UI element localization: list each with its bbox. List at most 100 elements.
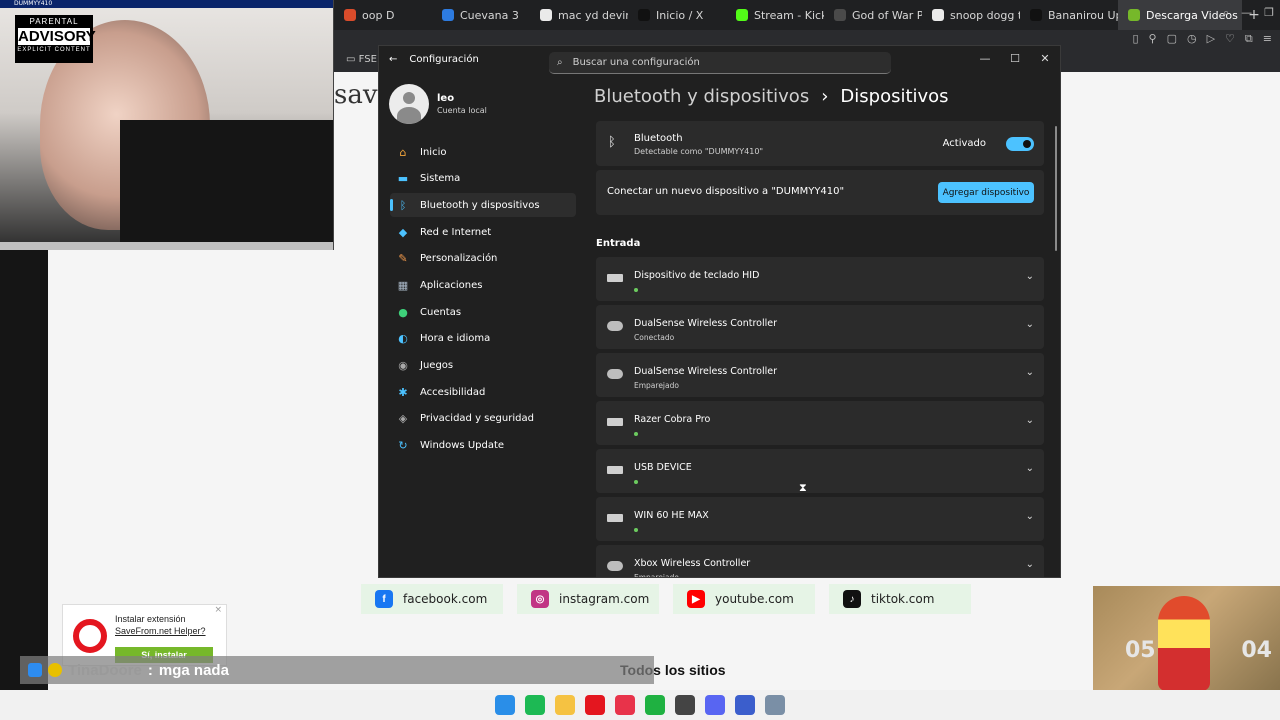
bluetooth-icon: ᛒ: [399, 198, 407, 212]
add-device-text: Conectar un nuevo dispositivo a "DUMMYY4…: [607, 186, 845, 197]
windows-start-icon[interactable]: [495, 695, 515, 715]
bluetooth-toggle[interactable]: [1006, 137, 1034, 151]
settings-search-box[interactable]: ⌕ Buscar una configuración: [549, 52, 891, 74]
device-row[interactable]: DualSense Wireless Controller Emparejado ⌄: [596, 353, 1044, 397]
bluetooth-icon: ᛒ: [608, 135, 616, 150]
sidebar-item[interactable]: ◈ Privacidad y seguridad: [390, 407, 576, 431]
device-row[interactable]: DualSense Wireless Controller Conectado ⌄: [596, 305, 1044, 349]
chatgpt-icon[interactable]: [675, 695, 695, 715]
play-icon[interactable]: ▷: [1207, 32, 1215, 46]
chevron-down-icon[interactable]: ⌄: [1026, 559, 1034, 570]
search-icon[interactable]: ⌕: [1223, 6, 1229, 20]
score-right: 04: [1241, 638, 1272, 663]
minimize-button[interactable]: —: [970, 46, 1000, 70]
sidebar-item[interactable]: ↻ Windows Update: [390, 434, 576, 458]
device-row[interactable]: USB DEVICE ⌄: [596, 449, 1044, 493]
social-link[interactable]: f facebook.com: [361, 584, 503, 614]
browser-window-tools: ⌕ — ❐: [1223, 6, 1274, 20]
maximize-button[interactable]: ☐: [1000, 46, 1030, 70]
sidebar-item[interactable]: ⌂ Inicio: [390, 140, 576, 164]
lightning-app-icon[interactable]: [615, 695, 635, 715]
device-row[interactable]: Dispositivo de teclado HID ⌄: [596, 257, 1044, 301]
menu-icon[interactable]: ≡: [1263, 32, 1272, 46]
browser-tab[interactable]: Cuevana 3: [432, 0, 530, 30]
close-icon[interactable]: ×: [214, 605, 222, 615]
restore-icon[interactable]: ❐: [1264, 6, 1274, 20]
sidebar-item[interactable]: ◉ Juegos: [390, 354, 576, 378]
device-row[interactable]: WIN 60 HE MAX ⌄: [596, 497, 1044, 541]
sidebar-item-label: Hora e idioma: [420, 333, 491, 345]
browser-tab[interactable]: snoop dogg trans: [922, 0, 1020, 30]
tab-label: Inicio / X: [656, 8, 704, 22]
app-title: Configuración: [409, 54, 479, 65]
spotify-icon[interactable]: [525, 695, 545, 715]
breadcrumb-parent[interactable]: Bluetooth y dispositivos: [594, 86, 809, 107]
game-character: [1158, 596, 1210, 691]
chevron-down-icon[interactable]: ⌄: [1026, 319, 1034, 330]
pin-icon[interactable]: ⚲: [1149, 32, 1157, 46]
heart-icon[interactable]: ♡: [1225, 32, 1235, 46]
person-icon: ●: [398, 305, 408, 319]
sidebar-item[interactable]: ✎ Personalización: [390, 247, 576, 271]
page-title: Bluetooth y dispositivos › Dispositivos: [594, 86, 949, 107]
tab-favicon-icon: [834, 9, 846, 21]
browser-tab[interactable]: oop D: [334, 0, 432, 30]
browser-tab[interactable]: Inicio / X: [628, 0, 726, 30]
back-arrow-icon[interactable]: ←: [389, 54, 397, 65]
sidebar-icon[interactable]: ▯: [1132, 32, 1138, 46]
device-row[interactable]: Xbox Wireless Controller Emparejado ⌄: [596, 545, 1044, 577]
browser-tab[interactable]: Stream - Kick Da: [726, 0, 824, 30]
sidebar-item[interactable]: ✱ Accesibilidad: [390, 380, 576, 404]
browser-tab[interactable]: mac yd devin - B: [530, 0, 628, 30]
scrollbar[interactable]: [1055, 126, 1057, 251]
chevron-down-icon[interactable]: ⌄: [1026, 463, 1034, 474]
sidebar-item[interactable]: ▦ Aplicaciones: [390, 273, 576, 297]
device-row[interactable]: Razer Cobra Pro ⌄: [596, 401, 1044, 445]
browser-tab[interactable]: Bananirou Updat: [1020, 0, 1118, 30]
social-label: instagram.com: [559, 592, 650, 606]
opera-icon[interactable]: [585, 695, 605, 715]
settings-titlebar: ← Configuración: [389, 54, 479, 65]
settings-gear-icon[interactable]: [765, 695, 785, 715]
sidebar-item[interactable]: ▬ Sistema: [390, 167, 576, 191]
webcam-titlebar: DUMMYY410: [0, 0, 333, 8]
close-button[interactable]: ✕: [1030, 46, 1060, 70]
social-link[interactable]: ◎ instagram.com: [517, 584, 659, 614]
diamond-app-icon[interactable]: [735, 695, 755, 715]
device-name: Dispositivo de teclado HID: [634, 270, 760, 281]
sidebar-item-label: Aplicaciones: [420, 279, 483, 291]
sidebar-item[interactable]: ◐ Hora e idioma: [390, 327, 576, 351]
social-label: tiktok.com: [871, 592, 935, 606]
discord-icon[interactable]: [705, 695, 725, 715]
green-app-icon[interactable]: [645, 695, 665, 715]
settings-window: ← Configuración ⌕ Buscar una configuraci…: [378, 45, 1061, 578]
bookmark-folder[interactable]: ▭ FSE: [346, 54, 377, 65]
browser-tab[interactable]: God of War Ps2 II: [824, 0, 922, 30]
chevron-down-icon[interactable]: ⌄: [1026, 415, 1034, 426]
chevron-down-icon[interactable]: ⌄: [1026, 511, 1034, 522]
chat-badge-icon: [48, 663, 62, 677]
social-link[interactable]: ▶ youtube.com: [673, 584, 815, 614]
social-label: youtube.com: [715, 592, 794, 606]
file-explorer-icon[interactable]: [555, 695, 575, 715]
section-heading-input: Entrada: [596, 238, 641, 249]
sidebar-item[interactable]: ● Cuentas: [390, 300, 576, 324]
tab-favicon-icon: [344, 9, 356, 21]
sidebar-item[interactable]: ᛒ Bluetooth y dispositivos: [390, 193, 576, 218]
chevron-down-icon[interactable]: ⌄: [1026, 367, 1034, 378]
monitor-icon: ▬: [397, 172, 409, 186]
minimize-icon[interactable]: —: [1241, 6, 1252, 20]
tab-favicon-icon: [540, 9, 552, 21]
add-device-button[interactable]: Agregar dispositivo: [938, 182, 1034, 203]
sidebar-item[interactable]: ◆ Red e Internet: [390, 220, 576, 244]
tab-label: mac yd devin - B: [558, 8, 628, 22]
social-link[interactable]: ♪ tiktok.com: [829, 584, 971, 614]
screenshot-icon[interactable]: ▢: [1167, 32, 1177, 46]
timer-icon[interactable]: ◷: [1187, 32, 1197, 46]
popup-link[interactable]: SaveFrom.net Helper?: [115, 625, 206, 637]
social-links-row: f facebook.com ◎ instagram.com ▶ youtube.com ♪…: [361, 584, 971, 614]
user-profile[interactable]: leo Cuenta local: [389, 84, 487, 124]
chevron-down-icon[interactable]: ⌄: [1026, 271, 1034, 282]
extensions-icon[interactable]: ⧉: [1245, 32, 1253, 46]
bluetooth-card: ᛒ Bluetooth Detectable como "DUMMYY410" …: [596, 121, 1044, 166]
